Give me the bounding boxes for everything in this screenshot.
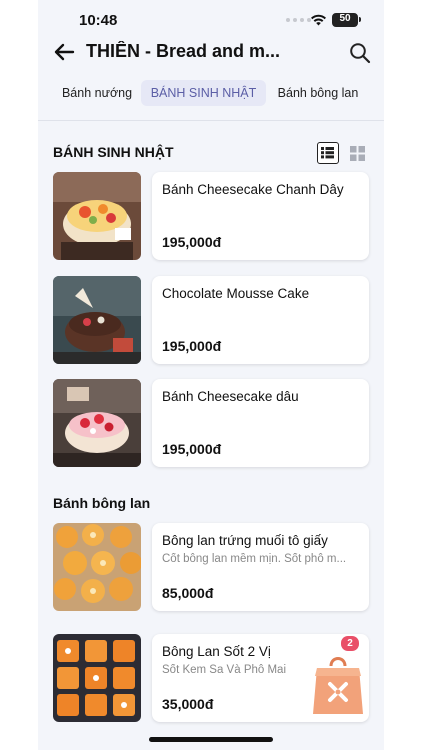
product-image [53, 523, 141, 611]
header: THIÊN - Bread and m... [38, 36, 384, 70]
product-card: Bánh Cheesecake dâu 195,000đ [152, 379, 369, 467]
tabs-divider [38, 120, 384, 121]
product-image [53, 634, 141, 722]
cellular-signal-icon [286, 18, 311, 22]
status-time: 10:48 [79, 12, 118, 29]
product-description: Cốt bông lan mềm mịn. Sốt phô m... [162, 553, 347, 565]
wifi-icon [311, 14, 326, 26]
battery-level: 50 [339, 13, 351, 24]
product-name: Chocolate Mousse Cake [162, 286, 310, 301]
grid-view-icon[interactable] [350, 146, 365, 161]
category-tabs: Bánh nướng BÁNH SINH NHẬT Bánh bông lan [38, 78, 384, 108]
product-price: 195,000đ [162, 234, 222, 250]
tab-banh-sinh-nhat[interactable]: BÁNH SINH NHẬT [141, 80, 266, 106]
search-icon[interactable] [349, 42, 371, 64]
status-bar: 10:48 50 [38, 0, 384, 40]
product-card: Bánh Cheesecake Chanh Dây 195,000đ [152, 172, 369, 260]
product-description: Sốt Kem Sa Và Phô Mai [162, 664, 287, 676]
product-card: Bông lan trứng muối tô giấy Cốt bông lan… [152, 523, 369, 611]
product-name: Bánh Cheesecake dâu [162, 389, 299, 404]
product-price: 195,000đ [162, 338, 222, 354]
back-arrow-icon[interactable] [52, 40, 76, 64]
product-item[interactable]: Bông lan trứng muối tô giấy Cốt bông lan… [53, 523, 369, 613]
product-price: 35,000đ [162, 696, 214, 712]
product-name: Bông lan trứng muối tô giấy [162, 533, 328, 548]
tab-banh-nuong[interactable]: Bánh nướng [50, 80, 144, 106]
product-item[interactable]: Chocolate Mousse Cake 195,000đ [53, 276, 369, 366]
app-screen: 10:48 50 THIÊN - Bread and m... Bánh nướ… [38, 0, 384, 750]
product-item[interactable]: Bánh Cheesecake dâu 195,000đ [53, 379, 369, 469]
battery-icon: 50 [332, 13, 361, 27]
product-image [53, 276, 141, 364]
section-title-banh-bong-lan: Bánh bông lan [53, 495, 151, 511]
shopping-bag-icon[interactable] [307, 648, 369, 716]
page-title: THIÊN - Bread and m... [86, 41, 281, 61]
section-title-banh-sinh-nhat: BÁNH SINH NHẬT [53, 144, 174, 160]
tab-banh-bong-lan[interactable]: Bánh bông lan [272, 80, 364, 106]
product-price: 85,000đ [162, 585, 214, 601]
product-image [53, 172, 141, 260]
product-price: 195,000đ [162, 441, 222, 457]
product-image [53, 379, 141, 467]
home-indicator [149, 737, 273, 742]
product-item[interactable]: Bánh Cheesecake Chanh Dây 195,000đ [53, 172, 369, 262]
list-view-icon[interactable] [317, 142, 339, 164]
product-name: Bánh Cheesecake Chanh Dây [162, 182, 344, 197]
product-card: Chocolate Mousse Cake 195,000đ [152, 276, 369, 364]
cart-count-badge: 2 [341, 636, 359, 651]
